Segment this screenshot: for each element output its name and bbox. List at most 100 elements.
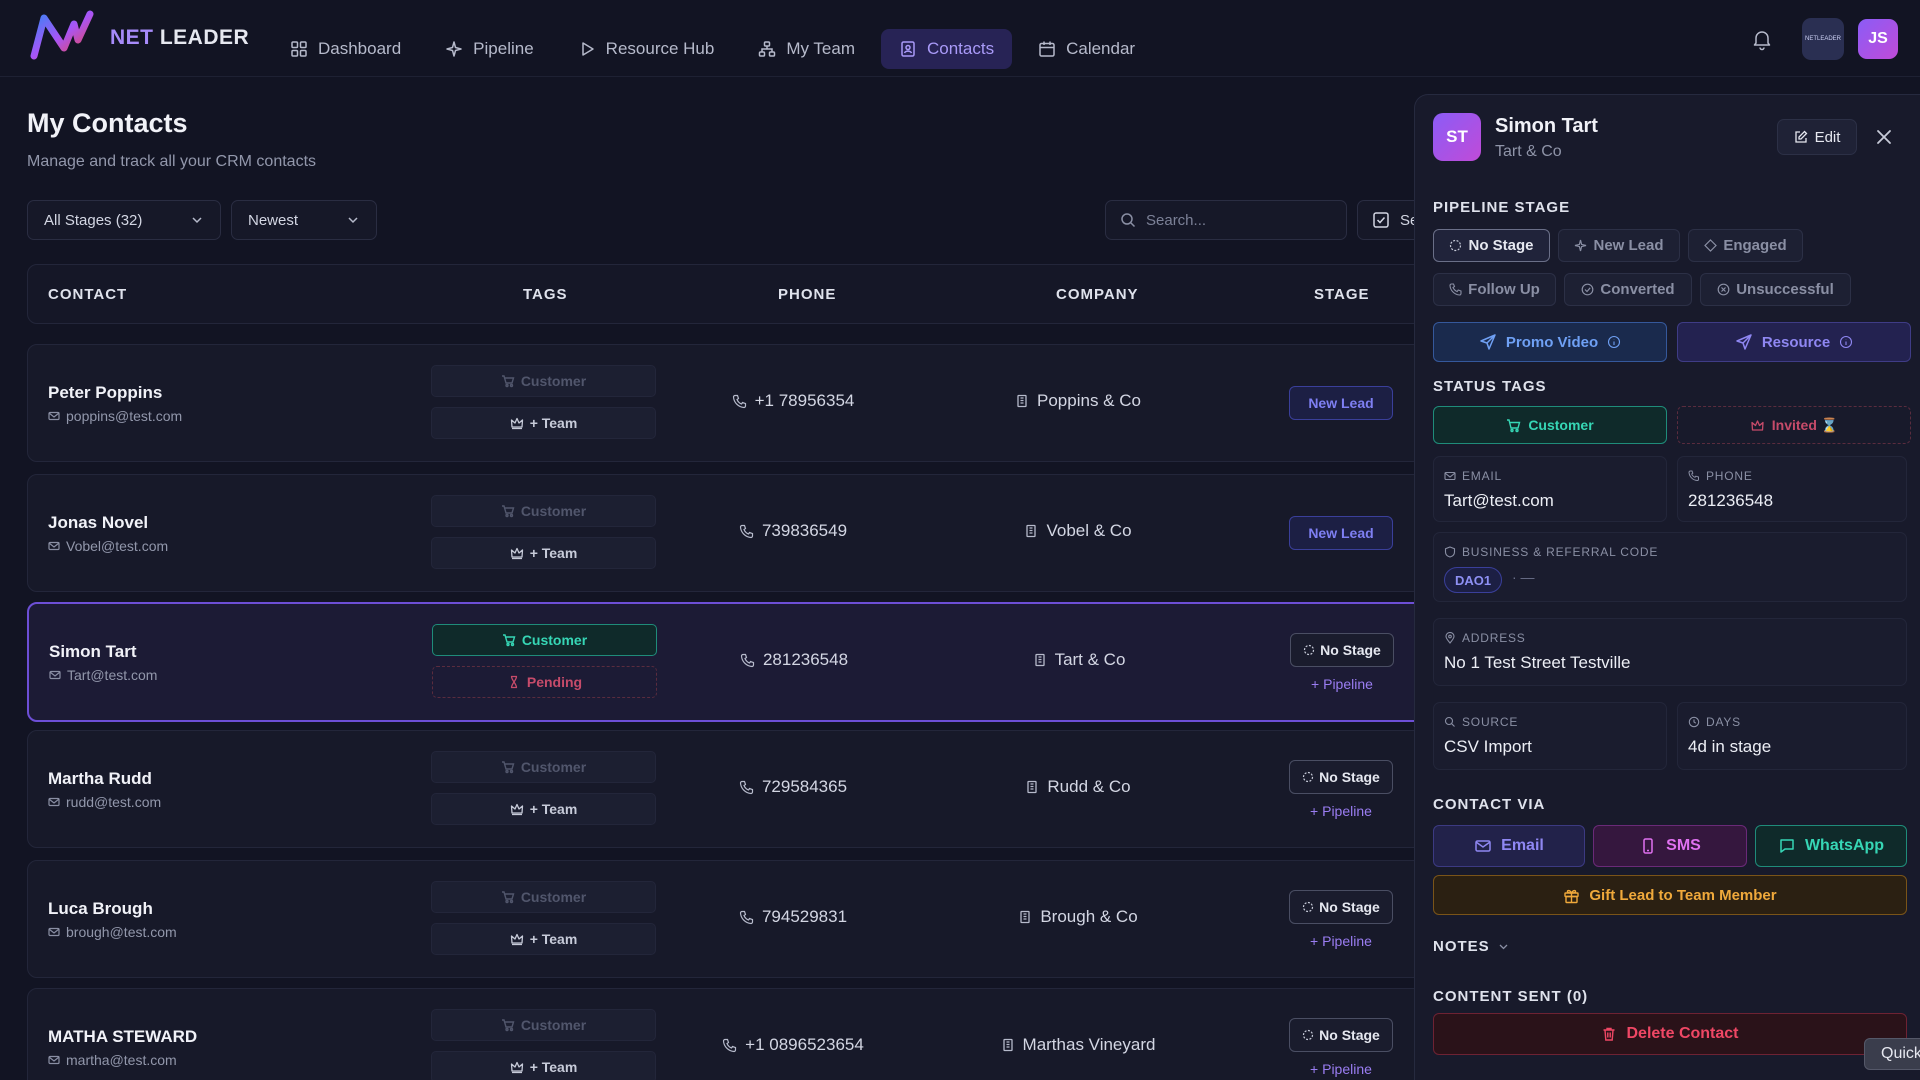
user-avatar[interactable]: JS — [1858, 19, 1898, 59]
nav-calendar[interactable]: Calendar — [1020, 29, 1153, 69]
gift-lead-button[interactable]: Gift Lead to Team Member — [1433, 875, 1907, 915]
notes-toggle[interactable]: NOTES — [1433, 938, 1509, 955]
add-team-tag[interactable]: + Team — [431, 537, 656, 569]
building-icon — [1026, 524, 1037, 538]
send-promo-video-button[interactable]: Promo Video — [1433, 322, 1667, 362]
contact-phone[interactable]: 729584365 — [673, 777, 913, 797]
contact-phone[interactable]: +1 0896523654 — [673, 1035, 913, 1055]
stage-filter-select[interactable]: All Stages (32) — [27, 200, 221, 240]
crown-icon — [510, 933, 523, 946]
add-team-tag[interactable]: + Team — [431, 793, 656, 825]
business-code-badge[interactable]: DAO1 — [1444, 567, 1503, 593]
column-header-stage[interactable]: STAGE — [1314, 286, 1370, 303]
stage-option-engaged[interactable]: Engaged — [1688, 229, 1803, 262]
nav-pipeline[interactable]: Pipeline — [427, 29, 552, 69]
stage-option-unsuccessful[interactable]: Unsuccessful — [1700, 273, 1851, 306]
organization-badge[interactable]: NETLEADER — [1802, 18, 1844, 60]
contact-company: Vobel & Co — [948, 521, 1208, 541]
search-input[interactable]: Search... — [1105, 200, 1347, 240]
customer-tag[interactable]: Customer — [431, 495, 656, 527]
status-tag-invited[interactable]: Invited ⌛ — [1677, 406, 1911, 444]
customer-tag[interactable]: Customer — [431, 1009, 656, 1041]
phone-icon — [1449, 283, 1462, 296]
stage-badge[interactable]: No Stage — [1289, 890, 1393, 924]
table-row[interactable]: Luca Brough brough@test.com Customer + T… — [27, 860, 1417, 978]
contact-phone[interactable]: +1 78956354 — [673, 391, 913, 411]
stage-option-follow-up[interactable]: Follow Up — [1433, 273, 1556, 306]
nav-my-team[interactable]: My Team — [740, 29, 873, 69]
dashed-circle-icon — [1450, 239, 1462, 252]
add-team-tag[interactable]: + Team — [431, 407, 656, 439]
mail-icon — [1444, 471, 1456, 481]
contact-email: brough@test.com — [48, 924, 177, 940]
stage-option-no-stage[interactable]: No Stage — [1433, 229, 1550, 262]
app-logo[interactable]: NET LEADER — [30, 10, 249, 60]
table-row[interactable]: MATHA STEWARD martha@test.com Customer +… — [27, 988, 1417, 1080]
stage-option-new-lead[interactable]: New Lead — [1558, 229, 1680, 262]
contact-via-whatsapp-button[interactable]: WhatsApp — [1755, 825, 1907, 867]
contact-via-email-button[interactable]: Email — [1433, 825, 1585, 867]
stage-badge[interactable]: No Stage — [1289, 1018, 1393, 1052]
nav-resource-hub[interactable]: Resource Hub — [560, 29, 733, 69]
column-header-company[interactable]: COMPANY — [1056, 286, 1139, 303]
table-row-selected[interactable]: Simon Tart Tart@test.com Customer Pendin… — [27, 602, 1417, 722]
chevron-down-icon — [348, 217, 358, 224]
address-field[interactable]: ADDRESS No 1 Test Street Testville — [1433, 618, 1907, 686]
quick-actions-button[interactable]: Quick — [1864, 1038, 1920, 1070]
sort-select[interactable]: Newest — [231, 200, 377, 240]
contact-phone[interactable]: 739836549 — [673, 521, 913, 541]
page-subtitle: Manage and track all your CRM contacts — [27, 153, 317, 170]
contact-phone[interactable]: 281236548 — [674, 650, 914, 670]
nav-contacts[interactable]: Contacts — [881, 29, 1013, 69]
add-pipeline-link[interactable]: + Pipeline — [1289, 933, 1393, 949]
mail-icon — [48, 1055, 60, 1065]
table-row[interactable]: Jonas Novel Vobel@test.com Customer + Te… — [27, 474, 1417, 592]
info-icon[interactable] — [1839, 335, 1853, 349]
contact-email: Tart@test.com — [49, 667, 157, 683]
email-field[interactable]: EMAIL Tart@test.com — [1433, 456, 1667, 522]
column-header-tags[interactable]: TAGS — [523, 286, 568, 303]
contact-phone[interactable]: 794529831 — [673, 907, 913, 927]
close-icon[interactable] — [1872, 125, 1896, 149]
sparkle-icon — [446, 41, 462, 57]
stage-badge[interactable]: New Lead — [1289, 516, 1393, 550]
add-pipeline-link[interactable]: + Pipeline — [1290, 676, 1394, 692]
stage-option-converted[interactable]: Converted — [1564, 273, 1692, 306]
customer-tag[interactable]: Customer — [431, 751, 656, 783]
contact-via-sms-button[interactable]: SMS — [1593, 825, 1747, 867]
contact-detail-panel: ST Simon Tart Tart & Co Edit PIPELINE ST… — [1414, 94, 1920, 1080]
building-icon — [1034, 653, 1045, 667]
customer-tag[interactable]: Customer — [431, 365, 656, 397]
column-header-contact[interactable]: CONTACT — [48, 286, 127, 303]
source-field: SOURCE CSV Import — [1433, 702, 1667, 770]
stage-badge[interactable]: New Lead — [1289, 386, 1393, 420]
filter-bar: All Stages (32) Newest Search... Se — [27, 200, 1417, 240]
add-team-tag[interactable]: + Team — [431, 923, 656, 955]
add-pipeline-link[interactable]: + Pipeline — [1289, 803, 1393, 819]
phone-field[interactable]: PHONE 281236548 — [1677, 456, 1907, 522]
stage-badge[interactable]: No Stage — [1290, 633, 1394, 667]
pending-tag[interactable]: Pending — [432, 666, 657, 698]
chevron-down-icon — [192, 217, 202, 224]
stage-badge[interactable]: No Stage — [1289, 760, 1393, 794]
nav-dashboard[interactable]: Dashboard — [272, 29, 419, 69]
edit-button[interactable]: Edit — [1777, 119, 1857, 155]
contact-name: Simon Tart — [49, 642, 137, 661]
add-team-tag[interactable]: + Team — [431, 1051, 656, 1080]
edit-icon — [1794, 130, 1807, 143]
add-pipeline-link[interactable]: + Pipeline — [1289, 1061, 1393, 1077]
table-row[interactable]: Martha Rudd rudd@test.com Customer + Tea… — [27, 730, 1417, 848]
business-referral-field[interactable]: BUSINESS & REFERRAL CODE DAO1 · — — [1433, 532, 1907, 602]
notification-bell-icon[interactable] — [1750, 27, 1774, 51]
delete-contact-button[interactable]: Delete Contact — [1433, 1013, 1907, 1055]
table-row[interactable]: Peter Poppins poppins@test.com Customer … — [27, 344, 1417, 462]
select-mode-button[interactable]: Se — [1357, 200, 1417, 240]
customer-tag[interactable]: Customer — [431, 881, 656, 913]
status-tag-customer[interactable]: Customer — [1433, 406, 1667, 444]
info-icon[interactable] — [1607, 335, 1621, 349]
customer-tag-active[interactable]: Customer — [432, 624, 657, 656]
nav-label: Dashboard — [318, 39, 402, 58]
column-header-phone[interactable]: PHONE — [778, 286, 836, 303]
content-sent-heading[interactable]: CONTENT SENT (0) — [1433, 988, 1588, 1005]
send-resource-button[interactable]: Resource — [1677, 322, 1911, 362]
